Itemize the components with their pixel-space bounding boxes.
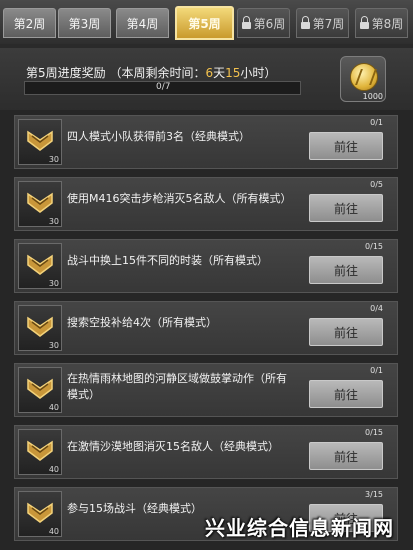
chevron-rank-icon — [27, 130, 53, 151]
tab-label: 第3周 — [68, 16, 101, 31]
rank-badge: 40 — [18, 429, 62, 475]
task-description: 在热情雨林地图的河静区域做鼓掌动作（所有模式） — [67, 372, 287, 401]
tab-week-6[interactable]: 第6周 — [237, 8, 290, 38]
tab-week-8[interactable]: 第8周 — [355, 8, 408, 38]
task-description: 在激情沙漠地图消灭15名敌人（经典模式） — [67, 440, 279, 453]
level-label: 40 — [48, 527, 59, 536]
tab-label: 第7周 — [312, 16, 345, 31]
tab-label: 第6周 — [253, 16, 286, 31]
goto-button[interactable]: 前往 — [309, 132, 383, 160]
lock-icon — [300, 15, 310, 29]
progress-value: 0/7 — [156, 82, 171, 92]
task-description: 战斗中换上15件不同的时装（所有模式） — [67, 254, 268, 267]
task-row: 40 在激情沙漠地图消灭15名敌人（经典模式） 0/15 前往 — [14, 425, 398, 479]
tab-label: 第5周 — [188, 16, 221, 31]
goto-button[interactable]: 前往 — [309, 256, 383, 284]
level-label: 30 — [48, 279, 59, 288]
rank-badge: 40 — [18, 491, 62, 537]
reward-count: 1000 — [362, 92, 383, 101]
chevron-rank-icon — [27, 254, 53, 275]
tab-week-7[interactable]: 第7周 — [296, 8, 349, 38]
watermark-text: 兴业综合信息新闻网 — [205, 516, 394, 540]
task-count: 0/1 — [370, 366, 383, 375]
goto-button[interactable]: 前往 — [309, 194, 383, 222]
goto-button[interactable]: 前往 — [309, 318, 383, 346]
tab-week-5[interactable]: 第5周 — [175, 6, 234, 40]
chevron-rank-icon — [27, 502, 53, 523]
task-description: 搜索空投补给4次（所有模式） — [67, 316, 217, 329]
task-count: 0/5 — [370, 180, 383, 189]
task-count: 0/15 — [365, 242, 383, 251]
task-row: 30 四人模式小队获得前3名（经典模式） 0/1 前往 — [14, 115, 398, 169]
task-row: 30 使用M416突击步枪消灭5名敌人（所有模式） 0/5 前往 — [14, 177, 398, 231]
level-label: 40 — [48, 465, 59, 474]
tab-label: 第4周 — [126, 16, 159, 31]
progress-title: 第5周进度奖励 （本周剩余时间：6天15小时） — [26, 66, 277, 80]
coin-icon — [350, 63, 378, 91]
tab-week-4[interactable]: 第4周 — [116, 8, 169, 38]
task-count: 3/15 — [365, 490, 383, 499]
level-label: 30 — [48, 155, 59, 164]
task-description: 四人模式小队获得前3名（经典模式） — [67, 130, 250, 143]
tab-week-3[interactable]: 第3周 — [58, 8, 111, 38]
tab-label: 第2周 — [13, 16, 46, 31]
lock-icon — [359, 15, 369, 29]
tab-week-2[interactable]: 第2周 — [3, 8, 56, 38]
task-row: 30 搜索空投补给4次（所有模式） 0/4 前往 — [14, 301, 398, 355]
task-count: 0/15 — [365, 428, 383, 437]
task-description: 使用M416突击步枪消灭5名敌人（所有模式） — [67, 192, 292, 205]
tab-label: 第8周 — [371, 16, 404, 31]
lock-icon — [241, 15, 251, 29]
reward-chest[interactable]: 1000 — [340, 56, 386, 102]
goto-button[interactable]: 前往 — [309, 442, 383, 470]
level-label: 30 — [48, 217, 59, 226]
chevron-rank-icon — [27, 316, 53, 337]
rank-badge: 30 — [18, 305, 62, 351]
chevron-rank-icon — [27, 440, 53, 461]
level-label: 40 — [48, 403, 59, 412]
rank-badge: 30 — [18, 243, 62, 289]
level-label: 30 — [48, 341, 59, 350]
rank-badge: 30 — [18, 119, 62, 165]
rank-badge: 30 — [18, 181, 62, 227]
task-row: 30 战斗中换上15件不同的时装（所有模式） 0/15 前往 — [14, 239, 398, 293]
task-row: 40 在热情雨林地图的河静区域做鼓掌动作（所有模式） 0/1 前往 — [14, 363, 398, 417]
task-count: 0/4 — [370, 304, 383, 313]
chevron-rank-icon — [27, 192, 53, 213]
goto-button[interactable]: 前往 — [309, 380, 383, 408]
chevron-rank-icon — [27, 378, 53, 399]
rank-badge: 40 — [18, 367, 62, 413]
week-tabs: 第2周 第3周 第4周 第5周 第6周 第7周 第8周 — [0, 0, 413, 44]
task-count: 0/1 — [370, 118, 383, 127]
